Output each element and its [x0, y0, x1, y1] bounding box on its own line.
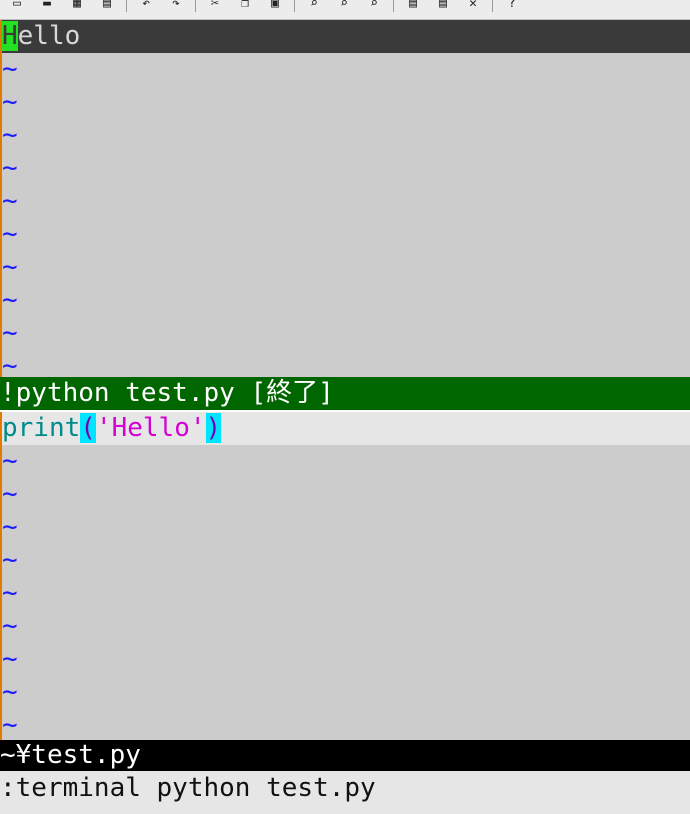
command-line[interactable]: :terminal python test.py: [0, 771, 690, 814]
code-close-paren: ): [205, 413, 222, 443]
empty-line-tilde: ~: [2, 644, 18, 674]
paste-icon[interactable]: ▣: [264, 0, 286, 10]
empty-line-tilde: ~: [2, 611, 18, 641]
empty-line-tilde: ~: [2, 446, 18, 476]
empty-line-tilde: ~: [2, 186, 18, 216]
load-session-icon[interactable]: ▤: [402, 0, 424, 10]
empty-line-tilde: ~: [2, 710, 18, 740]
find-prev-icon[interactable]: ⌕: [363, 0, 385, 10]
empty-line-tilde: ~: [2, 545, 18, 575]
code-string: 'Hello': [95, 413, 206, 443]
empty-line-tilde: ~: [2, 153, 18, 183]
editor-empty-lines: ~ ~ ~ ~ ~ ~ ~ ~ ~: [2, 445, 690, 742]
empty-line-tilde: ~: [2, 578, 18, 608]
empty-line-tilde: ~: [2, 54, 18, 84]
empty-line-tilde: ~: [2, 120, 18, 150]
empty-line-tilde: ~: [2, 677, 18, 707]
empty-line-tilde: ~: [2, 252, 18, 282]
terminal-status-line[interactable]: !python test.py [終了]: [0, 377, 690, 412]
toolbar-separator: [492, 0, 493, 12]
toolbar-separator: [294, 0, 295, 12]
empty-line-tilde: ~: [2, 87, 18, 117]
save-icon[interactable]: ▬: [36, 0, 58, 10]
empty-line-tilde: ~: [2, 512, 18, 542]
empty-line-tilde: ~: [2, 318, 18, 348]
toolbar: ▭ ▬ ▦ ▤ ↶ ↷ ✂ ❐ ▣ ⌕ ⌕ ⌕ ▤ ▤ ✕ ?: [0, 0, 690, 20]
help-icon[interactable]: ?: [501, 0, 523, 10]
save-all-icon[interactable]: ▦: [66, 0, 88, 10]
copy-icon[interactable]: ❐: [234, 0, 256, 10]
run-script-icon[interactable]: ✕: [462, 0, 484, 10]
cut-icon[interactable]: ✂: [204, 0, 226, 10]
terminal-empty-lines: ~ ~ ~ ~ ~ ~ ~ ~ ~ ~: [2, 53, 690, 383]
code-function-name: print: [2, 413, 81, 443]
editor-window[interactable]: print('Hello') ~ ~ ~ ~ ~ ~ ~ ~ ~: [0, 412, 690, 740]
terminal-output-line[interactable]: Hello: [2, 20, 690, 53]
open-icon[interactable]: ▭: [6, 0, 28, 10]
toolbar-separator: [126, 0, 127, 12]
empty-line-tilde: ~: [2, 219, 18, 249]
file-status-line[interactable]: ~¥test.py: [0, 740, 690, 771]
find-next-icon[interactable]: ⌕: [333, 0, 355, 10]
empty-line-tilde: ~: [2, 479, 18, 509]
undo-icon[interactable]: ↶: [135, 0, 157, 10]
terminal-output-text: ello: [17, 21, 81, 51]
terminal-window[interactable]: Hello ~ ~ ~ ~ ~ ~ ~ ~ ~ ~: [0, 20, 690, 381]
print-icon[interactable]: ▤: [96, 0, 118, 10]
save-session-icon[interactable]: ▤: [432, 0, 454, 10]
terminal-cursor: H: [2, 21, 18, 51]
toolbar-separator: [393, 0, 394, 12]
code-open-paren: (: [80, 413, 96, 443]
find-icon[interactable]: ⌕: [303, 0, 325, 10]
empty-line-tilde: ~: [2, 285, 18, 315]
code-line[interactable]: print('Hello'): [2, 412, 690, 445]
redo-icon[interactable]: ↷: [165, 0, 187, 10]
toolbar-separator: [195, 0, 196, 12]
